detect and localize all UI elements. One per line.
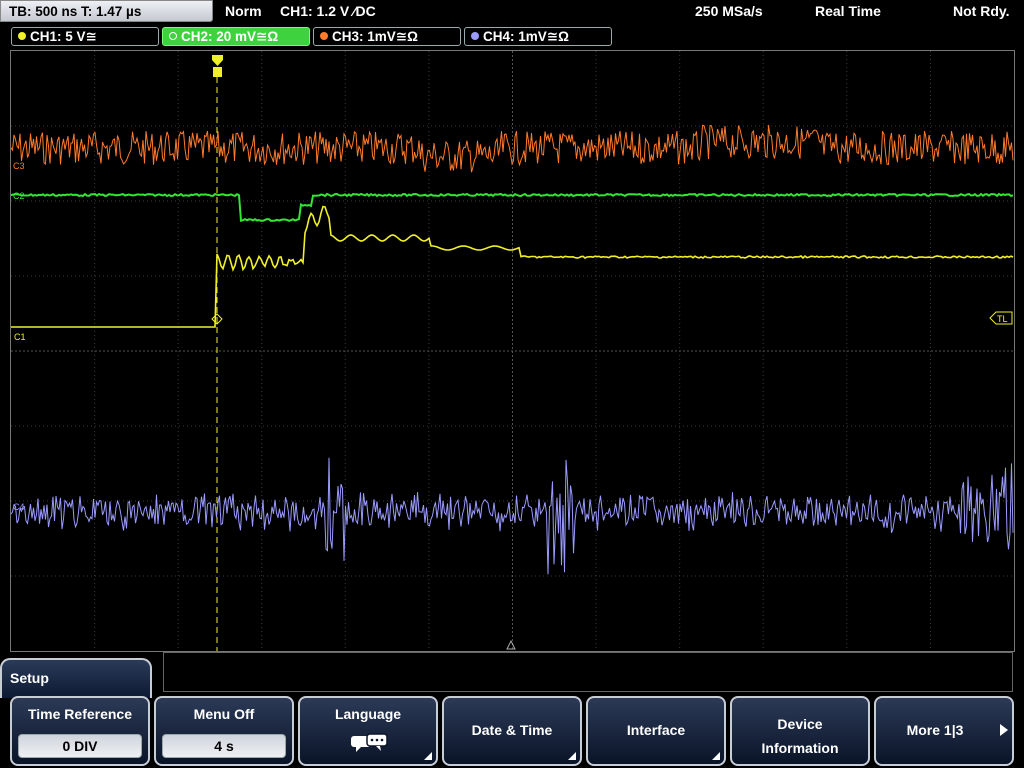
date-time-softkey[interactable]: Date & Time — [442, 696, 582, 766]
softkey-label: Device Information — [732, 712, 868, 760]
speech-bubbles-icon — [351, 733, 388, 752]
menu-title: Setup — [0, 658, 152, 698]
next-page-icon — [1000, 724, 1008, 736]
softkey-label: Interface — [626, 722, 686, 738]
softkey-label-line2: Information — [761, 740, 839, 756]
softkey-label: Date & Time — [471, 722, 553, 738]
softkey-label-line1: Device — [777, 716, 823, 732]
submenu-corner-icon — [424, 752, 432, 760]
time-reference-value: 0 DIV — [18, 734, 142, 758]
interface-softkey[interactable]: Interface — [586, 696, 726, 766]
softkey-label: Language — [334, 706, 402, 722]
device-information-softkey[interactable]: Device Information — [730, 696, 870, 766]
softkey-label: More 1|3 — [906, 722, 964, 738]
grid-frame — [10, 50, 1015, 652]
more-softkey[interactable]: More 1|3 — [874, 696, 1014, 766]
time-reference-softkey[interactable]: Time Reference 0 DIV — [10, 696, 150, 766]
submenu-corner-icon — [568, 752, 576, 760]
softkey-label: Time Reference — [27, 706, 132, 722]
menu-off-softkey[interactable]: Menu Off 4 s — [154, 696, 294, 766]
menu-off-value: 4 s — [162, 734, 286, 758]
info-strip — [163, 652, 1013, 692]
language-softkey[interactable]: Language — [298, 696, 438, 766]
submenu-corner-icon — [712, 752, 720, 760]
softkey-label: Menu Off — [193, 706, 255, 722]
